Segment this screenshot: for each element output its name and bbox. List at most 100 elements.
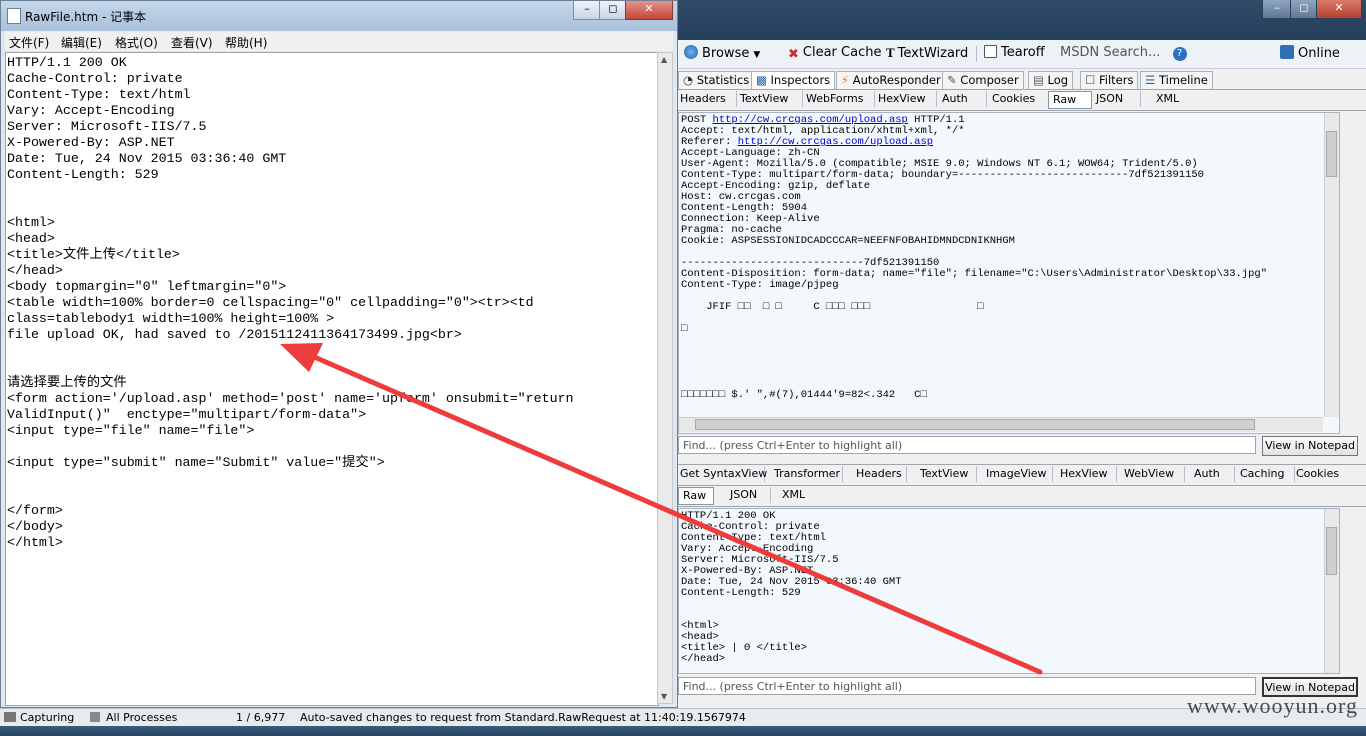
textwizard-icon: T bbox=[886, 45, 895, 60]
main-tab-row: ◔ Statistics ▩ Inspectors ⚡ AutoResponde… bbox=[676, 69, 1366, 90]
request-tab-raw[interactable]: Raw bbox=[1048, 91, 1092, 109]
notepad-text-area[interactable]: HTTP/1.1 200 OK Cache-Control: private C… bbox=[5, 52, 659, 706]
request-tab-hexview[interactable]: HexView bbox=[874, 91, 937, 107]
fiddler-status-bar: Capturing All Processes 1 / 6,977 Auto-s… bbox=[0, 708, 1366, 727]
tab-filters[interactable]: ☐ Filters bbox=[1080, 71, 1139, 89]
online-indicator[interactable]: Online bbox=[1280, 45, 1340, 61]
process-icon bbox=[90, 712, 100, 722]
notepad-minimize-button[interactable]: – bbox=[573, 1, 601, 20]
fiddler-toolbar: Browse ▼ ✖ Clear Cache T TextWizard Tearoff… bbox=[676, 40, 1366, 69]
scrollbar-thumb[interactable] bbox=[1326, 131, 1337, 177]
notepad-window: RawFile.htm - 记事本 – ◻ ✕ 文件(F) 编辑(E) 格式(O… bbox=[0, 0, 678, 708]
capturing-indicator[interactable]: Capturing bbox=[4, 711, 74, 724]
response-raw-pane[interactable]: HTTP/1.1 200 OK Cache-Control: private C… bbox=[678, 508, 1340, 674]
request-tab-webforms[interactable]: WebForms bbox=[802, 91, 875, 107]
timeline-icon: ☰ bbox=[1145, 73, 1159, 87]
menu-help[interactable]: 帮助(H) bbox=[225, 34, 267, 51]
request-tab-headers[interactable]: Headers bbox=[676, 91, 737, 107]
response-vertical-scrollbar[interactable] bbox=[1324, 509, 1339, 673]
request-horizontal-scrollbar[interactable] bbox=[679, 417, 1323, 432]
response-tab-auth[interactable]: Auth bbox=[1190, 466, 1235, 482]
response-find-input[interactable]: Find... (press Ctrl+Enter to highlight a… bbox=[678, 677, 1256, 695]
chevron-down-icon: ▼ bbox=[753, 50, 761, 60]
notepad-menu-bar: 文件(F) 编辑(E) 格式(O) 查看(V) 帮助(H) bbox=[5, 31, 673, 51]
clear-cache-icon: ✖ bbox=[788, 47, 799, 62]
response-tab-textview[interactable]: TextView bbox=[916, 466, 977, 482]
watermark-text: www.wooyun.org bbox=[1186, 693, 1358, 718]
notepad-title-bar[interactable]: RawFile.htm - 记事本 – ◻ ✕ bbox=[1, 1, 677, 31]
tab-statistics[interactable]: ◔ Statistics bbox=[678, 71, 755, 89]
tab-autoresponder[interactable]: ⚡ AutoResponder bbox=[836, 71, 946, 89]
request-tab-cookies[interactable]: Cookies bbox=[988, 91, 1049, 107]
filters-checkbox-icon: ☐ bbox=[1085, 73, 1099, 87]
response-tab-json[interactable]: JSON bbox=[726, 487, 771, 503]
toolbar-separator bbox=[976, 46, 977, 62]
notepad-app-icon bbox=[7, 8, 21, 24]
fiddler-window: – ◻ ✕ Browse ▼ ✖ Clear Cache T TextWizard T… bbox=[676, 0, 1366, 712]
request-tab-xml[interactable]: XML bbox=[1152, 91, 1192, 107]
request-tab-row: Headers TextView WebForms HexView Auth C… bbox=[676, 90, 1366, 111]
scroll-up-arrow-icon[interactable]: ▲ bbox=[661, 55, 667, 64]
composer-icon: ✎ bbox=[947, 73, 961, 87]
textwizard-button[interactable]: T TextWizard bbox=[886, 45, 968, 61]
scroll-down-arrow-icon[interactable]: ▼ bbox=[661, 692, 667, 701]
session-count: 1 / 6,977 bbox=[236, 711, 286, 724]
request-tab-textview[interactable]: TextView bbox=[736, 91, 803, 107]
inspectors-icon: ▩ bbox=[756, 73, 771, 87]
menu-file[interactable]: 文件(F) bbox=[9, 34, 49, 51]
request-raw-pane[interactable]: POST http://cw.crcgas.com/upload.asp HTT… bbox=[678, 112, 1340, 434]
browse-button[interactable]: Browse ▼ bbox=[684, 45, 760, 61]
tearoff-button[interactable]: Tearoff bbox=[984, 45, 1045, 60]
menu-edit[interactable]: 编辑(E) bbox=[61, 34, 102, 51]
menu-format[interactable]: 格式(O) bbox=[115, 34, 158, 51]
tab-inspectors[interactable]: ▩ Inspectors bbox=[751, 71, 836, 89]
notepad-vertical-scrollbar[interactable]: ▲ ▼ bbox=[657, 52, 673, 704]
scrollbar-thumb[interactable] bbox=[695, 419, 1255, 430]
maximize-button[interactable]: ◻ bbox=[1290, 0, 1318, 19]
response-tab-syntaxview[interactable]: Get SyntaxView bbox=[676, 466, 767, 482]
process-filter[interactable]: All Processes bbox=[90, 711, 177, 724]
scrollbar-thumb[interactable] bbox=[1326, 527, 1337, 575]
notepad-close-button[interactable]: ✕ bbox=[625, 1, 673, 20]
window-title: RawFile.htm - 记事本 bbox=[25, 10, 147, 24]
response-tab-webview[interactable]: WebView bbox=[1120, 466, 1185, 482]
response-tab-imageview[interactable]: ImageView bbox=[982, 466, 1053, 482]
help-icon[interactable]: ? bbox=[1172, 47, 1187, 61]
tab-composer[interactable]: ✎ Composer bbox=[942, 71, 1024, 89]
tab-timeline[interactable]: ☰ Timeline bbox=[1140, 71, 1213, 89]
request-view-in-notepad-button[interactable]: View in Notepad bbox=[1262, 436, 1358, 456]
minimize-button[interactable]: – bbox=[1262, 0, 1292, 19]
notepad-content: HTTP/1.1 200 OK Cache-Control: private C… bbox=[7, 55, 574, 550]
response-tab-cookies[interactable]: Cookies bbox=[1292, 466, 1346, 482]
request-tab-auth[interactable]: Auth bbox=[938, 91, 987, 107]
close-button[interactable]: ✕ bbox=[1316, 0, 1362, 19]
network-icon bbox=[1280, 45, 1294, 59]
response-tab-raw[interactable]: Raw bbox=[678, 487, 714, 505]
response-tab-headers[interactable]: Headers bbox=[852, 466, 907, 482]
response-tab-row: Get SyntaxView Transformer Headers TextV… bbox=[676, 464, 1366, 486]
log-icon: ▤ bbox=[1033, 73, 1048, 87]
response-tab-hexview[interactable]: HexView bbox=[1056, 466, 1117, 482]
notepad-maximize-button[interactable]: ◻ bbox=[599, 1, 627, 20]
clear-cache-button[interactable]: ✖ Clear Cache bbox=[788, 45, 881, 62]
capture-icon bbox=[4, 712, 16, 722]
response-tab-caching[interactable]: Caching bbox=[1236, 466, 1295, 482]
request-tab-json[interactable]: JSON bbox=[1092, 91, 1141, 107]
response-tab-transformer[interactable]: Transformer bbox=[770, 466, 843, 482]
statistics-icon: ◔ bbox=[683, 73, 697, 87]
menu-view[interactable]: 查看(V) bbox=[171, 34, 213, 51]
autoresponder-icon: ⚡ bbox=[841, 73, 853, 87]
windows-taskbar bbox=[0, 726, 1366, 736]
msdn-search-input[interactable]: MSDN Search... ? bbox=[1060, 45, 1187, 61]
status-message: Auto-saved changes to request from Stand… bbox=[300, 711, 746, 724]
response-subtab-row: Raw JSON XML bbox=[676, 486, 1366, 507]
request-vertical-scrollbar[interactable] bbox=[1324, 113, 1339, 417]
tab-log[interactable]: ▤ Log bbox=[1028, 71, 1074, 89]
request-raw-text: POST http://cw.crcgas.com/upload.asp HTT… bbox=[681, 114, 1267, 401]
fiddler-title-bar: – ◻ ✕ bbox=[676, 0, 1366, 40]
tearoff-icon bbox=[984, 45, 997, 58]
response-raw-text: HTTP/1.1 200 OK Cache-Control: private C… bbox=[681, 510, 902, 665]
ie-globe-icon bbox=[684, 45, 698, 59]
request-find-input[interactable]: Find... (press Ctrl+Enter to highlight a… bbox=[678, 436, 1256, 454]
response-tab-xml[interactable]: XML bbox=[778, 487, 816, 503]
